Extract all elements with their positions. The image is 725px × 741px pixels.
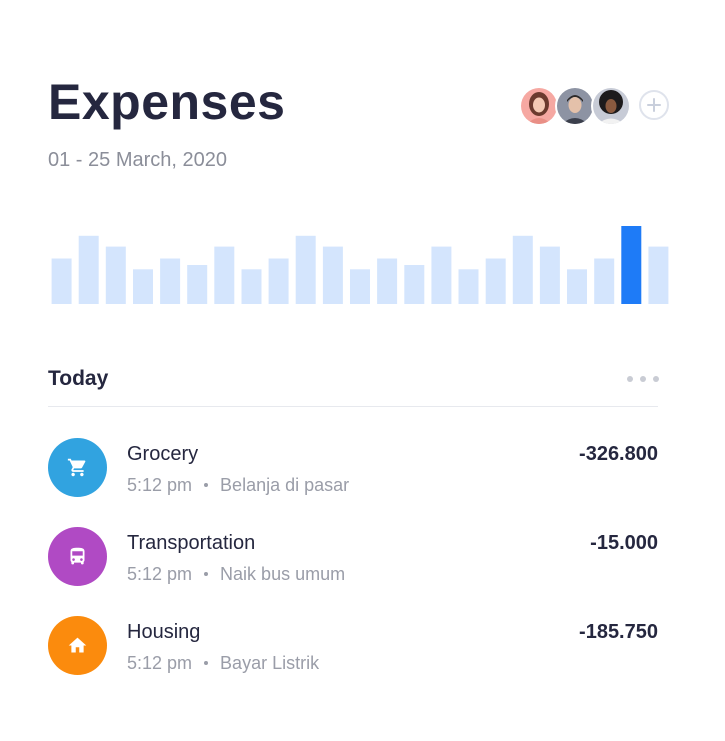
date-range: 01 - 25 March, 2020 [48,149,227,171]
divider [48,406,658,407]
chart-bar[interactable] [133,269,153,304]
chart-bar[interactable] [322,246,343,304]
transaction-category: Grocery [127,443,199,465]
chart-bar[interactable] [295,235,316,304]
expense-bar-chart [51,226,669,305]
page-title: Expenses [48,74,286,130]
chart-bar[interactable] [377,258,398,305]
add-member-button[interactable] [639,90,669,120]
chart-bar[interactable] [78,235,99,304]
chart-bar[interactable] [160,258,181,305]
chart-bar-highlighted[interactable] [621,226,642,304]
avatar-woman[interactable] [519,86,559,126]
housing-icon-badge [48,616,107,675]
chart-bar[interactable] [214,246,235,304]
transaction-note: Belanja di pasar [220,475,350,495]
separator-dot [204,482,209,487]
chart-bar[interactable] [458,269,479,304]
chart-bar[interactable] [567,269,587,304]
transaction-time: 5:12 pm [127,653,193,673]
transaction-note: Bayar Listrik [220,653,320,673]
transaction-item-grocery[interactable]: Grocery 5:12 pm Belanja di pasar -326.800 [48,438,658,498]
grocery-icon-badge [48,438,107,497]
plus-icon [647,98,661,112]
chart-bar[interactable] [187,265,208,304]
bus-icon [70,547,85,565]
transaction-time: 5:12 pm [127,564,193,584]
separator-dot [204,660,209,665]
chart-bar[interactable] [512,235,533,304]
chart-bar[interactable] [51,258,72,305]
transaction-item-housing[interactable]: Housing 5:12 pm Bayar Listrik -185.750 [48,616,658,676]
avatar-curly[interactable] [591,86,631,126]
transaction-note: Naik bus umum [220,564,346,584]
transaction-item-transportation[interactable]: Transportation 5:12 pm Naik bus umum -15.… [48,527,658,587]
chart-bar[interactable] [594,258,615,305]
home-icon [68,637,87,653]
chart-bar[interactable] [485,258,506,305]
transportation-icon-badge [48,527,107,586]
cart-icon [67,458,86,477]
chart-bar[interactable] [539,246,560,304]
more-horizontal-icon[interactable] [626,374,660,384]
section-title: Today [48,367,109,390]
transaction-time: 5:12 pm [127,475,193,495]
chart-bar[interactable] [431,246,452,304]
transaction-meta: 5:12 pm Naik bus umum [127,562,345,586]
avatar-man[interactable] [555,86,595,126]
member-avatars [519,86,679,126]
transaction-meta: 5:12 pm Belanja di pasar [127,473,349,497]
separator-dot [204,571,209,576]
chart-bar[interactable] [268,258,289,305]
transaction-meta: 5:12 pm Bayar Listrik [127,651,319,675]
transaction-amount: -185.750 [579,621,658,643]
transaction-category: Housing [127,621,201,643]
chart-bar[interactable] [350,269,370,304]
chart-bar[interactable] [105,246,126,304]
chart-bar[interactable] [648,246,669,304]
transaction-amount: -15.000 [590,532,658,554]
transaction-category: Transportation [127,532,256,554]
chart-bar[interactable] [241,269,262,304]
chart-bar[interactable] [404,265,425,304]
transaction-amount: -326.800 [579,443,658,465]
